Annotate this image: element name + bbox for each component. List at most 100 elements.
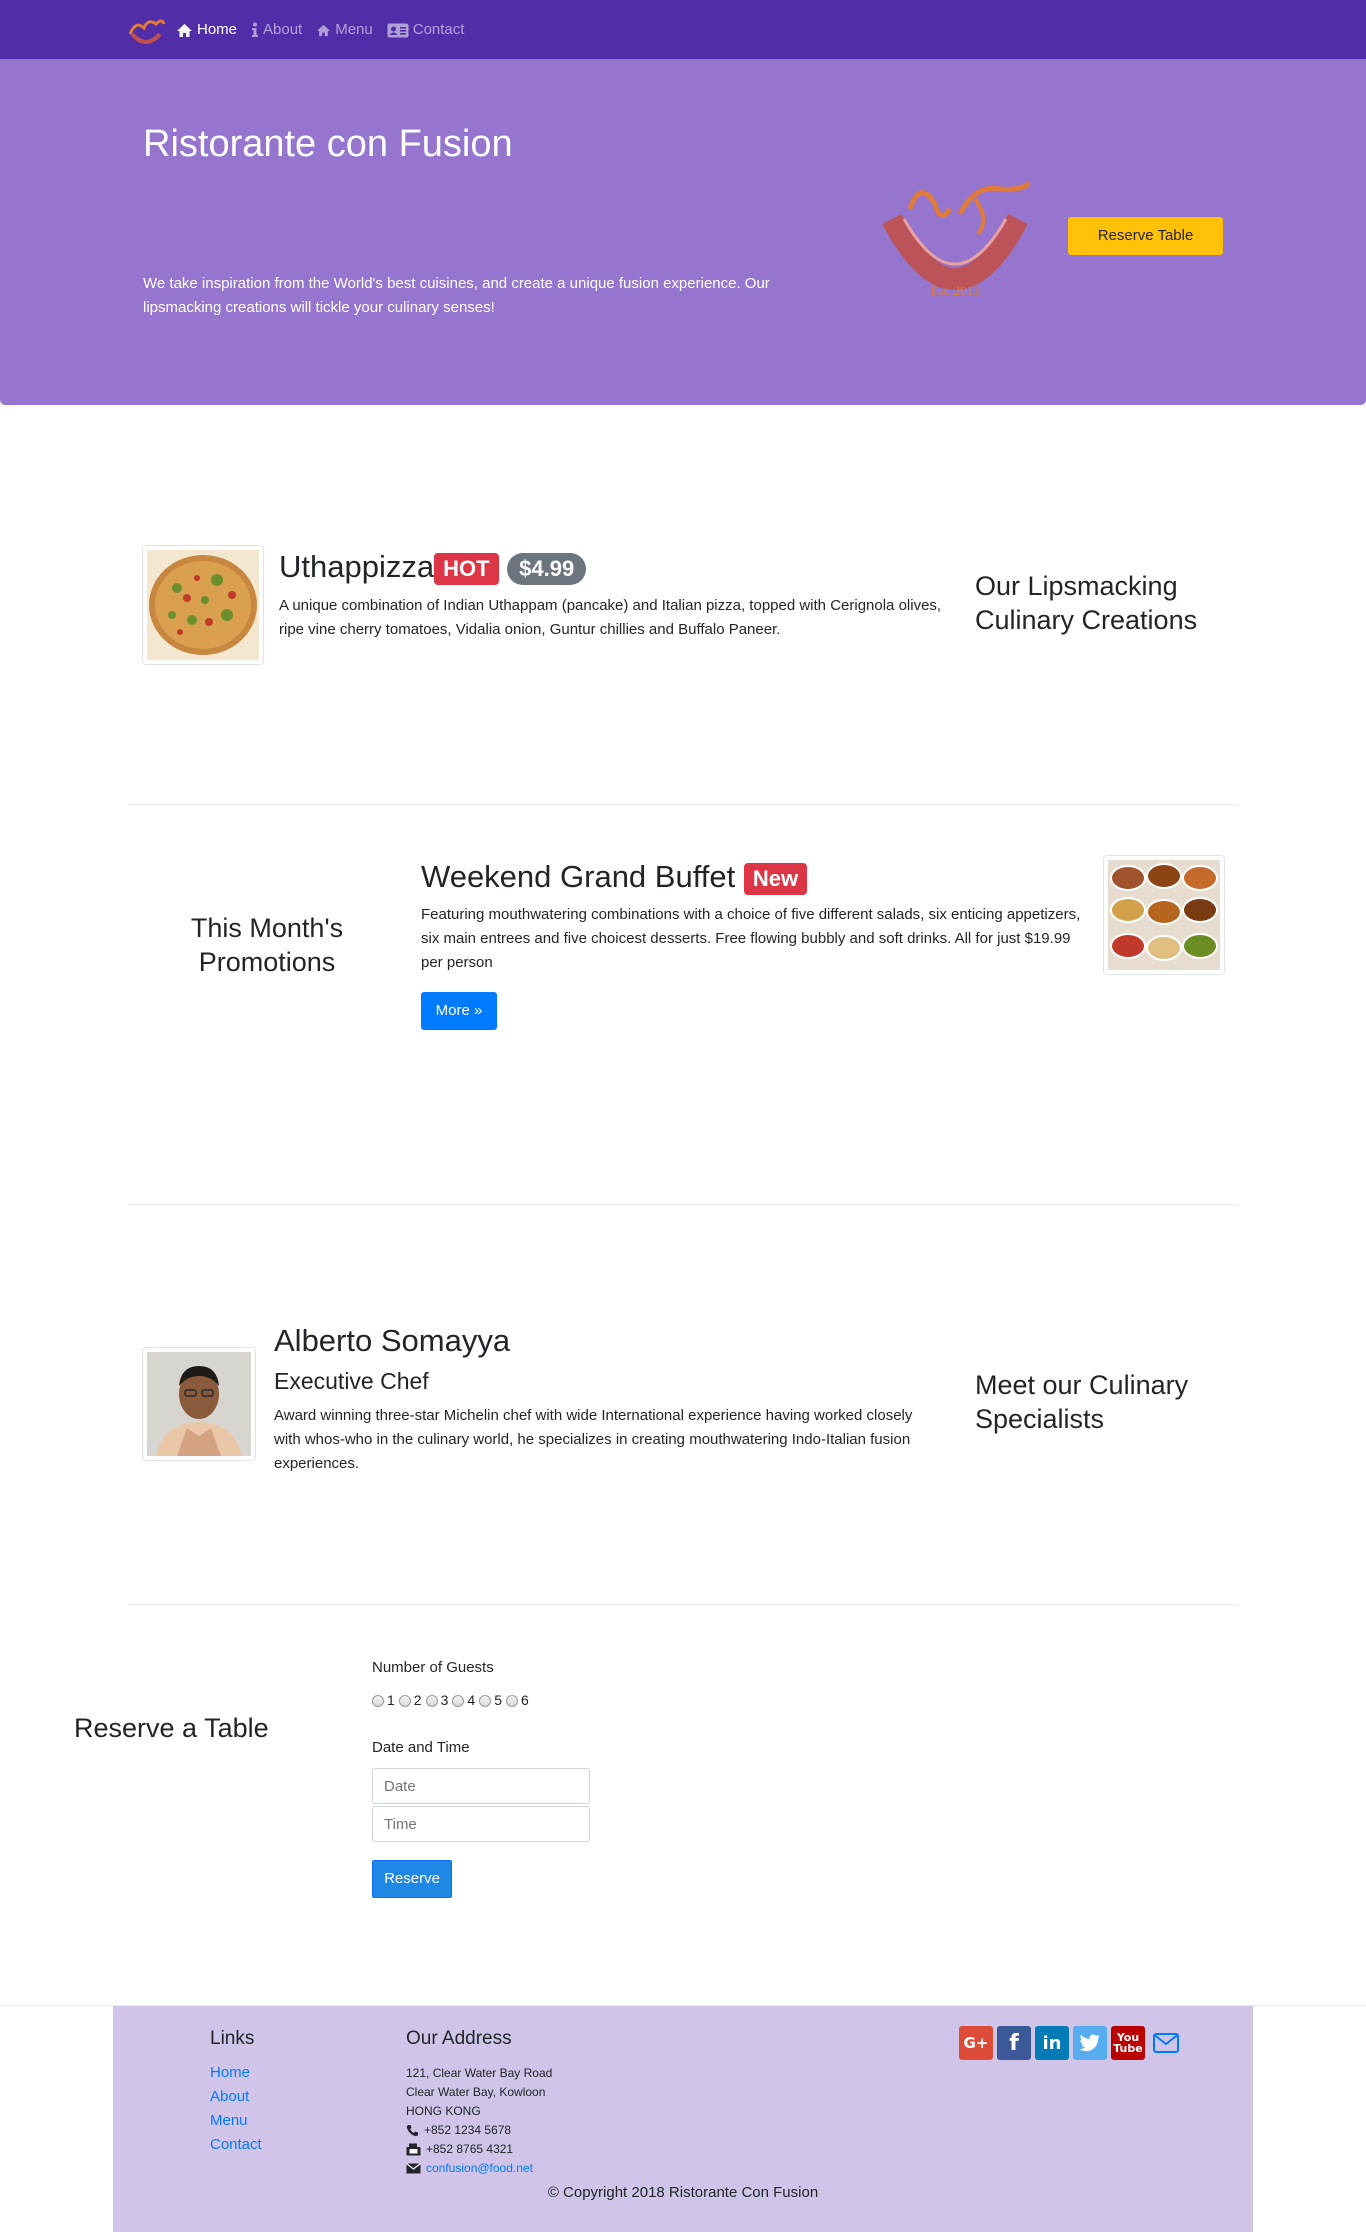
specialists-heading: Meet our Culinary Specialists: [975, 1370, 1189, 1434]
leader-name: Alberto Somayya: [274, 1323, 511, 1358]
nav-contact-label: Contact: [412, 20, 465, 38]
dish-title: Uthappizza HOT $4.99: [279, 548, 587, 586]
leader-description: Award winning three-star Michelin chef w…: [274, 1407, 913, 1472]
address-line: Clear Water Bay, Kowloon: [406, 2085, 546, 2099]
promotion-name: Weekend Grand Buffet: [421, 859, 736, 894]
nav-about-label: About: [263, 20, 303, 38]
chef-portrait: [147, 1352, 251, 1456]
leader-image: [142, 1347, 256, 1461]
dish-description: A unique combination of Indian Uthappam …: [279, 597, 942, 638]
email-line: confusion@food.net: [406, 2159, 552, 2178]
date-input[interactable]: [372, 1768, 590, 1804]
price-badge: $4.99: [507, 552, 587, 586]
footer-link-menu[interactable]: Menu: [210, 2109, 262, 2133]
phone-number: +852 1234 5678: [424, 2123, 512, 2137]
linkedin-icon[interactable]: in: [1035, 2026, 1069, 2060]
address-line: HONG KONG: [406, 2104, 481, 2118]
email-link[interactable]: confusion@food.net: [426, 2159, 533, 2178]
guest-option-2[interactable]: 2: [398, 1690, 422, 1711]
phone-line: +852 1234 5678: [406, 2121, 552, 2140]
envelope-icon: [406, 2163, 421, 2174]
guest-option-1[interactable]: 1: [372, 1690, 395, 1711]
nav-about[interactable]: About: [251, 19, 302, 42]
guest-option-6[interactable]: 6: [505, 1690, 529, 1711]
guest-option-label: 2: [413, 1692, 422, 1708]
promotions-heading: This Month's Promotions: [190, 913, 344, 977]
fax-number: +852 8765 4321: [426, 2142, 514, 2156]
radio-button[interactable]: [452, 1694, 465, 1707]
time-input[interactable]: [372, 1806, 590, 1842]
section-divider: [128, 804, 1238, 805]
datetime-label: Date and Time: [372, 1739, 470, 1756]
footer-links: Home About Menu Contact: [210, 2061, 262, 2157]
guests-label: Number of Guests: [372, 1659, 494, 1676]
facebook-icon[interactable]: f: [997, 2026, 1031, 2060]
guest-option-label: 1: [387, 1692, 395, 1708]
footer-link-contact[interactable]: Contact: [210, 2133, 262, 2157]
address-line: 121, Clear Water Bay Road: [406, 2066, 553, 2080]
leader-designation: Executive Chef: [274, 1368, 429, 1394]
reserve-table-button[interactable]: Reserve Table: [1068, 217, 1223, 255]
fax-icon: [406, 2143, 421, 2156]
nav-menu-label: Menu: [335, 20, 373, 38]
jumbotron: Ristorante con Fusion We take inspiratio…: [0, 59, 1366, 405]
promotion-image: [1103, 855, 1225, 975]
radio-button[interactable]: [372, 1694, 384, 1707]
footer-address-heading: Our Address: [406, 2028, 512, 2049]
logo-est-text: Est. 2013: [930, 283, 979, 298]
nav-inner: Home About Menu Contact: [126, 14, 478, 46]
footer-links-heading: Links: [210, 2028, 255, 2049]
brand-logo[interactable]: [126, 14, 166, 46]
copyright-text: © Copyright 2018 Ristorante Con Fusion: [547, 2184, 819, 2201]
social-links: G+ f in You Tube: [959, 2026, 1187, 2060]
guest-option-5[interactable]: 5: [479, 1690, 502, 1711]
promotion-description: Featuring mouthwatering combinations wit…: [421, 906, 1081, 971]
mail-icon[interactable]: [1149, 2026, 1183, 2060]
phone-icon: [406, 2125, 418, 2137]
info-icon: [252, 22, 259, 37]
footer-address: 121, Clear Water Bay Road Clear Water Ba…: [406, 2064, 552, 2178]
reserve-submit-button[interactable]: Reserve: [372, 1860, 452, 1898]
footer-link-about[interactable]: About: [210, 2085, 262, 2109]
restaurant-tagline: We take inspiration from the World's bes…: [143, 275, 770, 316]
nav-contact[interactable]: Contact: [387, 19, 465, 42]
guest-option-3[interactable]: 3: [425, 1690, 449, 1711]
twitter-icon[interactable]: [1073, 2026, 1107, 2060]
section-divider: [128, 1204, 1238, 1205]
reserve-heading: Reserve a Table: [74, 1713, 269, 1743]
buffet-picture: [1108, 860, 1220, 970]
radio-button[interactable]: [398, 1694, 411, 1707]
dish-image: [142, 545, 264, 665]
restaurant-logo: Est. 2013: [882, 180, 1030, 298]
dish-name: Uthappizza: [279, 549, 435, 584]
guests-radio-group: 1 2 3 4 5 6: [372, 1690, 533, 1711]
fax-line: +852 8765 4321: [406, 2140, 552, 2159]
promotion-title: Weekend Grand Buffet New: [421, 858, 808, 896]
google-plus-icon[interactable]: G+: [959, 2026, 993, 2060]
youtube-icon[interactable]: You Tube: [1111, 2026, 1145, 2060]
guest-option-label: 3: [440, 1692, 449, 1708]
guest-option-4[interactable]: 4: [452, 1690, 475, 1711]
pizza-picture: [147, 550, 259, 660]
address-card-icon: [387, 23, 409, 37]
nav-home-label: Home: [197, 20, 238, 38]
restaurant-title: Ristorante con Fusion: [143, 123, 513, 165]
list-icon: [317, 24, 331, 36]
radio-button[interactable]: [505, 1694, 518, 1707]
footer-link-home[interactable]: Home: [210, 2061, 262, 2085]
radio-button[interactable]: [425, 1694, 438, 1707]
nav-menu[interactable]: Menu: [316, 19, 373, 42]
guest-option-label: 4: [467, 1692, 476, 1708]
more-button[interactable]: More »: [421, 992, 497, 1030]
hot-badge: HOT: [434, 552, 499, 586]
navbar: Home About Menu Contact: [0, 0, 1366, 59]
nav-home[interactable]: Home: [176, 19, 237, 42]
dishes-heading: Our Lipsmacking Culinary Creations: [975, 571, 1198, 635]
radio-button[interactable]: [479, 1694, 492, 1707]
home-icon: [177, 23, 192, 37]
guest-option-label: 6: [520, 1692, 529, 1708]
new-badge: New: [743, 862, 808, 896]
footer: Links Home About Menu Contact Our Addres…: [113, 2006, 1253, 2232]
section-divider: [128, 1604, 1238, 1605]
guest-option-label: 5: [494, 1692, 502, 1708]
